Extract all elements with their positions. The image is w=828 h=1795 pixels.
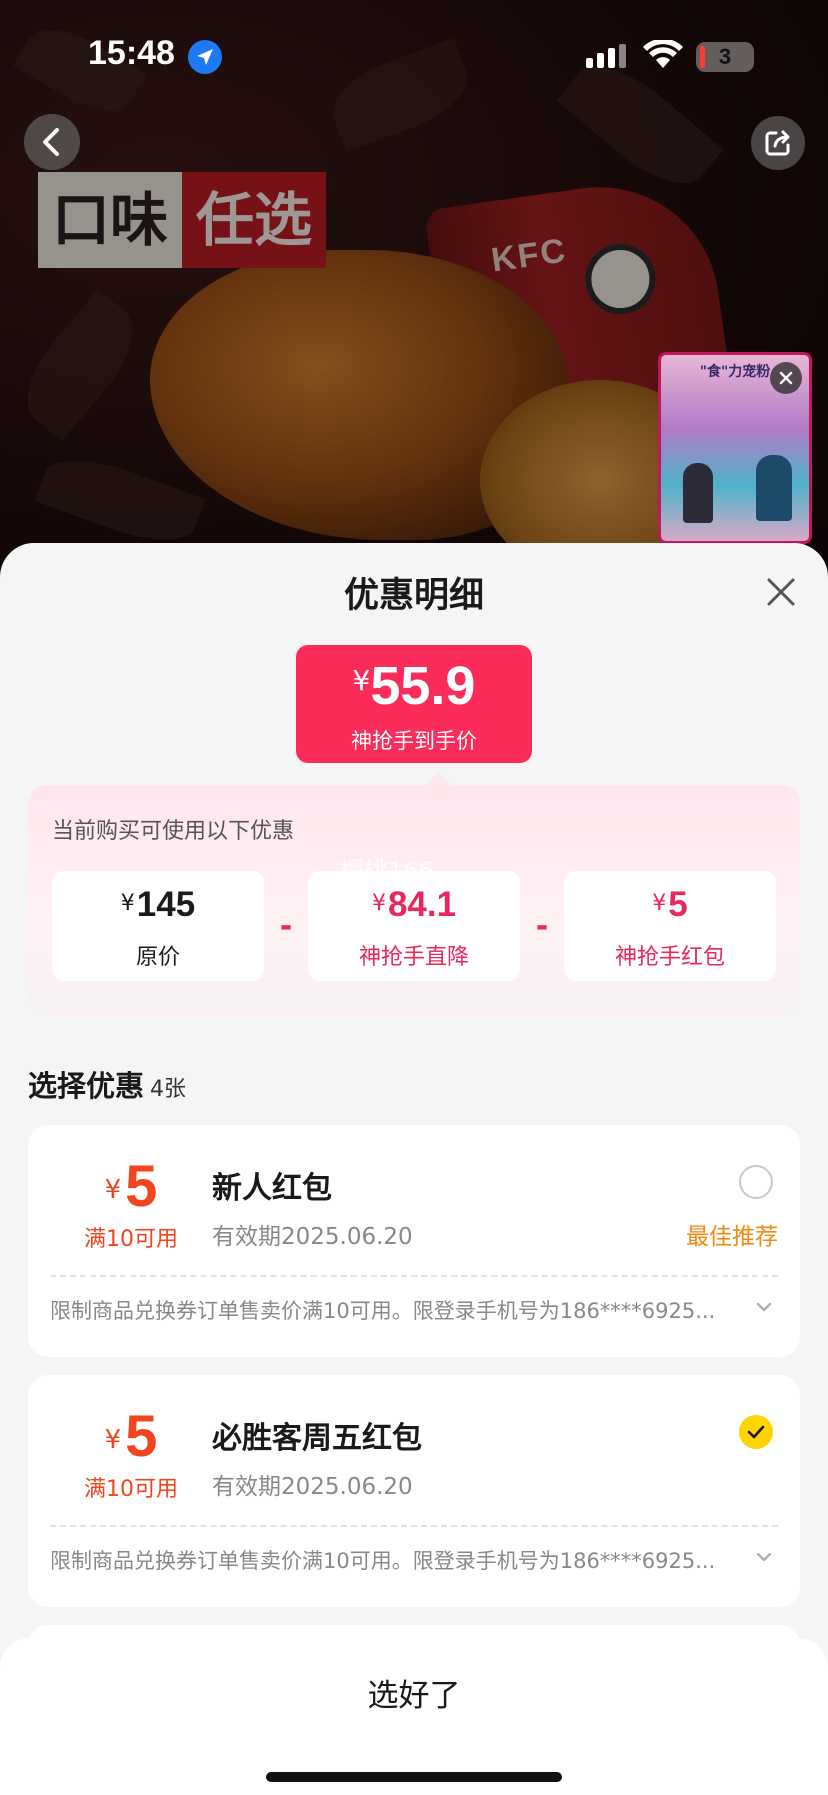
coupon-name: 必胜客周五红包 — [212, 1421, 422, 1456]
original-price-label: 原价 — [135, 945, 180, 970]
live-host — [756, 455, 792, 521]
red-packet-card: ¥5 神抢手红包 — [564, 871, 776, 981]
breakdown-row: ¥145 原价 - ¥84.1 神抢手直降 - ¥5 神抢手红包 — [52, 871, 776, 981]
live-close-button[interactable] — [770, 362, 802, 394]
sheet-title: 优惠明细 — [343, 576, 484, 616]
chevron-down-icon[interactable] — [756, 1301, 772, 1313]
panel-pointer — [424, 773, 452, 787]
red-packet-value: 5 — [668, 885, 688, 924]
coupon-amount-value: 5 — [125, 1404, 158, 1469]
original-price-card: ¥145 原价 — [52, 871, 264, 981]
breakdown-currency: ¥ — [652, 891, 667, 916]
share-icon — [765, 130, 790, 156]
price-breakdown-panel: 当前购买可使用以下优惠 樱桃166 ¥145 原价 - ¥84.1 神抢手直降 … — [28, 773, 800, 1015]
breakdown-currency: ¥ — [371, 891, 386, 916]
direct-discount-label: 神抢手直降 — [358, 945, 469, 970]
battery-icon: 3 — [696, 42, 754, 72]
location-arrow-icon — [188, 40, 222, 74]
coupon-currency: ¥ — [104, 1175, 122, 1205]
best-recommend-tag: 最佳推荐 — [686, 1224, 778, 1250]
coupon-card[interactable]: ¥5 满10可用 必胜客周五红包 有效期2025.06.20 限制商品兑换券订单… — [28, 1375, 800, 1607]
coupon-expiry: 有效期2025.06.20 — [212, 1474, 413, 1500]
final-price-box: ¥55.9 神抢手到手价 — [296, 645, 532, 763]
red-packet-label: 神抢手红包 — [614, 945, 725, 970]
live-host — [683, 463, 713, 523]
coupon-radio-unchecked[interactable] — [739, 1165, 773, 1199]
original-price-value: 145 — [136, 885, 196, 924]
select-coupon-heading: 选择优惠 4张 — [28, 1063, 186, 1105]
bottom-action-bar: 选好了 — [0, 1638, 828, 1795]
dashed-divider — [50, 1525, 778, 1527]
section-title-text: 选择优惠 — [28, 1069, 145, 1103]
status-bar: 15:48 3 — [0, 0, 828, 110]
coupon-count: 4张 — [150, 1077, 187, 1102]
coupon-amount-value: 5 — [125, 1154, 158, 1219]
confirm-button[interactable]: 选好了 — [0, 1638, 828, 1754]
discount-detail-sheet: 优惠明细 ¥55.9 神抢手到手价 当前购买可使用以下优惠 樱桃166 ¥145… — [0, 543, 828, 1795]
wifi-icon — [643, 40, 683, 68]
coupon-amount: ¥5 — [28, 1403, 234, 1470]
coupon-description: 限制商品兑换券订单售卖价满10可用。限登录手机号为186****6925... — [50, 1549, 716, 1573]
close-icon[interactable] — [762, 573, 800, 611]
close-icon — [779, 371, 793, 385]
direct-discount-value: 84.1 — [387, 885, 457, 924]
coupon-currency: ¥ — [104, 1425, 122, 1455]
direct-discount-card: ¥84.1 神抢手直降 — [308, 871, 520, 981]
breakdown-label: 当前购买可使用以下优惠 — [52, 819, 295, 844]
final-price-label: 神抢手到手价 — [351, 729, 477, 753]
coupon-card[interactable]: ¥5 满10可用 新人红包 有效期2025.06.20 最佳推荐 限制商品兑换券… — [28, 1125, 800, 1357]
status-time: 15:48 — [88, 34, 175, 72]
coupon-checked-icon[interactable] — [739, 1415, 773, 1449]
cellular-signal-icon — [586, 44, 626, 68]
dashed-divider — [50, 1275, 778, 1277]
coupon-amount: ¥5 — [28, 1153, 234, 1220]
coupon-description: 限制商品兑换券订单售卖价满10可用。限登录手机号为186****6925... — [50, 1299, 716, 1323]
minus-sign: - — [279, 908, 293, 944]
final-price-value: 55.9 — [370, 656, 476, 716]
chevron-left-icon — [43, 128, 59, 156]
coupon-condition: 满10可用 — [84, 1477, 178, 1502]
share-button[interactable] — [751, 116, 805, 170]
battery-level: 3 — [718, 44, 732, 69]
minus-sign: - — [535, 908, 549, 944]
breakdown-currency: ¥ — [120, 891, 135, 916]
price-currency: ¥ — [352, 664, 371, 697]
coupon-name: 新人红包 — [212, 1171, 332, 1206]
chevron-down-icon[interactable] — [756, 1551, 772, 1563]
coupon-expiry: 有效期2025.06.20 — [212, 1224, 413, 1250]
back-button[interactable] — [24, 114, 80, 170]
coupon-condition: 满10可用 — [84, 1227, 178, 1252]
home-indicator — [266, 1772, 562, 1782]
